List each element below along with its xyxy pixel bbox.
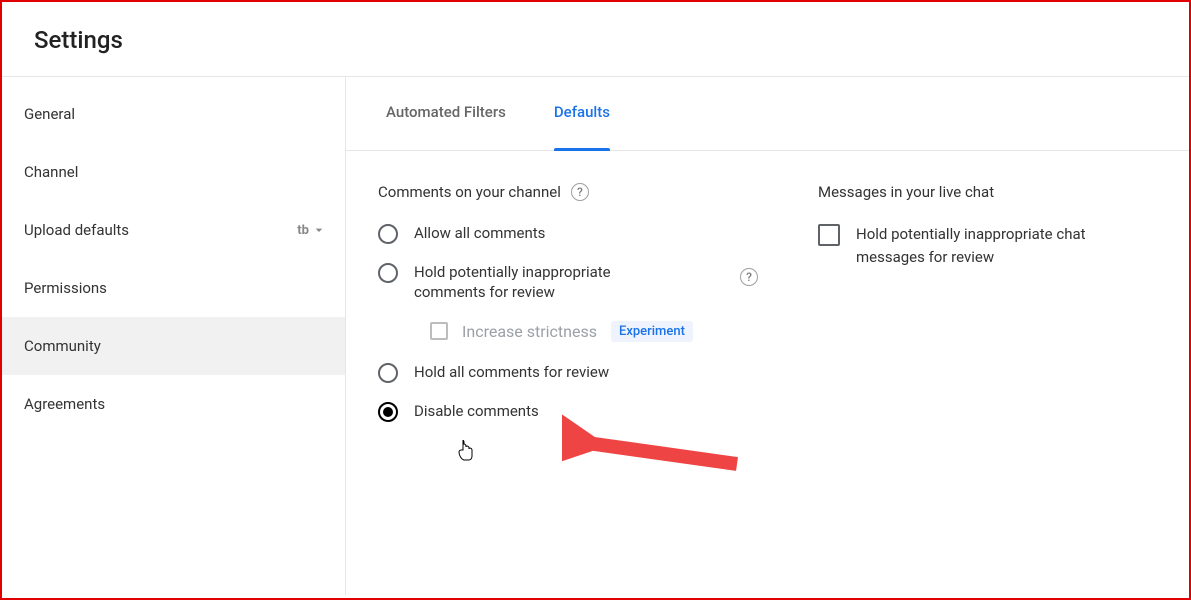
sidebar-item-permissions[interactable]: Permissions: [2, 259, 345, 317]
checkbox-increase-strictness[interactable]: [430, 322, 448, 340]
tubebuddy-badge: tb: [297, 222, 327, 238]
comments-column: Comments on your channel ? Allow all com…: [378, 183, 758, 440]
tab-content: Comments on your channel ? Allow all com…: [346, 151, 1189, 440]
sidebar-item-label: Upload defaults: [24, 221, 129, 239]
sidebar-item-label: Agreements: [24, 395, 105, 413]
radio-allow-all[interactable]: Allow all comments: [378, 223, 758, 244]
sidebar-item-general[interactable]: General: [2, 85, 345, 143]
checkbox-label: Hold potentially inappropriate chat mess…: [856, 223, 1149, 268]
tubebuddy-icon: tb: [297, 223, 309, 238]
sidebar-item-agreements[interactable]: Agreements: [2, 375, 345, 433]
sidebar-item-upload-defaults[interactable]: Upload defaults tb: [2, 201, 345, 259]
tabs: Automated Filters Defaults: [346, 77, 1189, 151]
sidebar-item-community[interactable]: Community: [2, 317, 345, 375]
help-icon[interactable]: ?: [740, 268, 758, 286]
radio-icon: [378, 224, 398, 244]
main-panel: Automated Filters Defaults Comments on y…: [346, 77, 1189, 595]
radio-label: Hold all comments for review: [414, 362, 609, 382]
checkbox-icon: [818, 224, 840, 246]
radio-hold-all[interactable]: Hold all comments for review: [378, 362, 758, 383]
radio-disable-comments[interactable]: Disable comments: [378, 401, 758, 422]
sidebar-item-label: Community: [24, 337, 101, 355]
increase-strictness-row: Increase strictness Experiment: [378, 321, 758, 342]
radio-icon: [378, 263, 398, 283]
tab-defaults[interactable]: Defaults: [554, 103, 610, 150]
sidebar-item-label: General: [24, 105, 75, 123]
chevron-down-icon: [311, 222, 327, 238]
radio-hold-inappropriate[interactable]: Hold potentially inappropriate comments …: [378, 262, 758, 303]
section-title-text: Messages in your live chat: [818, 183, 994, 201]
experiment-badge: Experiment: [611, 321, 693, 342]
page-title: Settings: [2, 2, 1189, 76]
body: General Channel Upload defaults tb Permi…: [2, 77, 1189, 595]
sidebar: General Channel Upload defaults tb Permi…: [2, 77, 346, 595]
sidebar-item-channel[interactable]: Channel: [2, 143, 345, 201]
comments-section-title: Comments on your channel ?: [378, 183, 758, 201]
radio-icon: [378, 363, 398, 383]
livechat-section-title: Messages in your live chat: [818, 183, 1149, 201]
radio-label: Allow all comments: [414, 223, 545, 243]
checkbox-hold-chat-messages[interactable]: Hold potentially inappropriate chat mess…: [818, 223, 1149, 268]
radio-label: Disable comments: [414, 401, 539, 421]
tab-automated-filters[interactable]: Automated Filters: [386, 103, 506, 150]
settings-dialog: Settings General Channel Upload defaults…: [0, 0, 1191, 600]
radio-label: Hold potentially inappropriate comments …: [414, 262, 644, 303]
help-icon[interactable]: ?: [571, 183, 589, 201]
section-title-text: Comments on your channel: [378, 183, 561, 201]
radio-icon: [378, 402, 398, 422]
sidebar-item-label: Permissions: [24, 279, 107, 297]
sidebar-item-label: Channel: [24, 163, 78, 181]
livechat-column: Messages in your live chat Hold potentia…: [818, 183, 1149, 440]
increase-strictness-label: Increase strictness: [462, 322, 597, 341]
